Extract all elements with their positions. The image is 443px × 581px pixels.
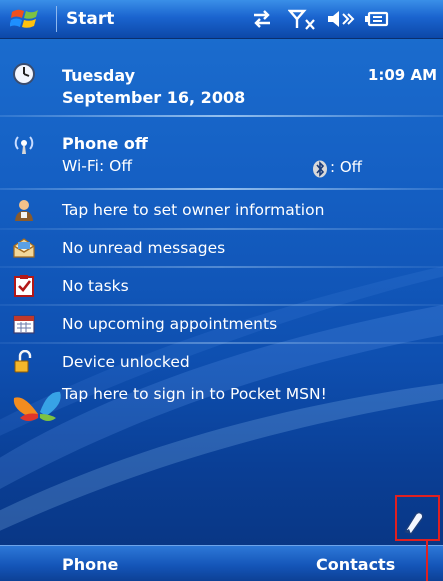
- msn-row[interactable]: Tap here to sign in to Pocket MSN!: [0, 380, 443, 424]
- msn-text: Tap here to sign in to Pocket MSN!: [62, 385, 327, 403]
- bluetooth-status-text: : Off: [330, 158, 362, 176]
- title-bar: Start: [0, 0, 443, 39]
- volume-icon[interactable]: [326, 8, 356, 30]
- title-separator: [56, 6, 57, 32]
- row-divider: [0, 188, 443, 190]
- bluetooth-icon: [313, 160, 327, 178]
- signal-off-icon[interactable]: [288, 8, 318, 30]
- wifi-status-text: Wi-Fi: Off: [62, 157, 133, 175]
- weekday-text: Tuesday: [62, 66, 136, 85]
- battery-icon[interactable]: [362, 8, 392, 30]
- row-divider: [0, 228, 443, 230]
- connectivity-icon[interactable]: [250, 8, 274, 30]
- tasks-row[interactable]: No tasks: [0, 272, 443, 302]
- calendar-text: No upcoming appointments: [62, 315, 278, 333]
- lock-text: Device unlocked: [62, 353, 190, 371]
- msn-butterfly-icon: [13, 391, 61, 421]
- today-screen: Start Tuesday September 16, 2008 1:09 AM: [0, 0, 443, 581]
- row-divider: [0, 304, 443, 306]
- time-text: 1:09 AM: [367, 66, 437, 84]
- wireless-row[interactable]: Phone off Wi-Fi: Off : Off: [0, 128, 443, 178]
- messages-row[interactable]: No unread messages: [0, 234, 443, 264]
- date-text: September 16, 2008: [62, 88, 246, 107]
- calendar-icon: [13, 315, 35, 334]
- row-divider: [0, 342, 443, 344]
- calendar-row[interactable]: No upcoming appointments: [0, 310, 443, 340]
- start-menu-button[interactable]: Start: [66, 8, 114, 30]
- row-divider: [0, 266, 443, 268]
- phone-status-text: Phone off: [62, 134, 148, 153]
- date-row[interactable]: Tuesday September 16, 2008 1:09 AM: [0, 58, 443, 108]
- lock-row[interactable]: Device unlocked: [0, 348, 443, 378]
- input-panel-icon[interactable]: [400, 508, 428, 536]
- tasks-text: No tasks: [62, 277, 129, 295]
- owner-icon: [15, 200, 33, 221]
- row-divider: [0, 115, 443, 117]
- windows-logo-icon[interactable]: [10, 6, 40, 32]
- left-softkey-phone[interactable]: Phone: [62, 555, 118, 574]
- softkey-bar: Phone Contacts: [0, 545, 443, 581]
- messages-text: No unread messages: [62, 239, 226, 257]
- lock-icon: [14, 350, 32, 373]
- owner-row[interactable]: Tap here to set owner information: [0, 196, 443, 226]
- tasks-icon: [14, 275, 34, 297]
- wireless-icon: [14, 136, 34, 154]
- right-softkey-contacts[interactable]: Contacts: [316, 555, 395, 574]
- envelope-icon: [13, 238, 35, 258]
- clock-icon: [13, 63, 35, 85]
- owner-text: Tap here to set owner information: [62, 201, 325, 219]
